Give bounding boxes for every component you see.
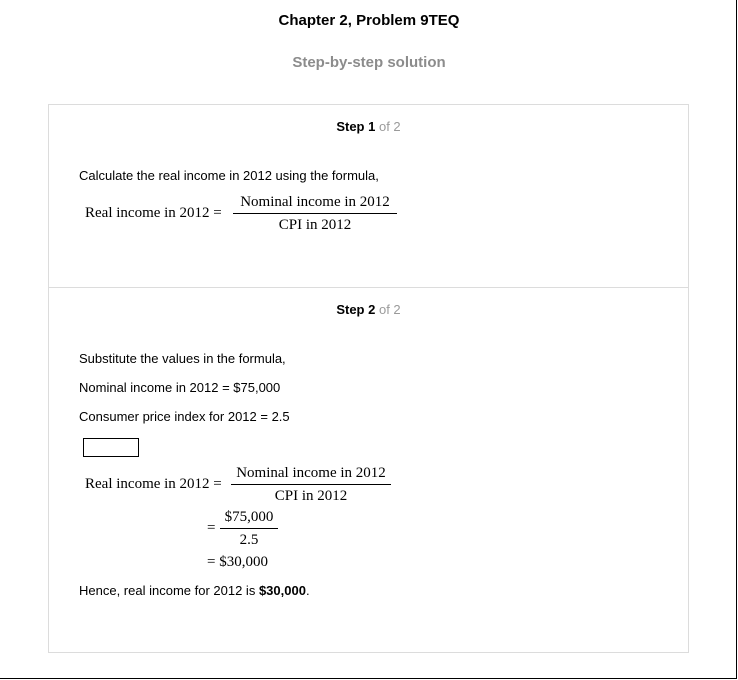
step-2-label: Step 2 xyxy=(336,302,376,317)
conclusion-suffix: . xyxy=(305,583,310,598)
step-2-formula-lhs: Real income in 2012 = xyxy=(85,476,222,492)
step-2-line-2: Nominal income in 2012 = $75,000 xyxy=(79,380,281,395)
step-2-sub-numerator: $75,000 xyxy=(224,509,274,525)
step-2-result: = $30,000 xyxy=(207,554,268,570)
step-1-denominator: CPI in 2012 xyxy=(278,217,352,233)
step-2-line-1: Substitute the values in the formula, xyxy=(79,351,286,366)
step-2-of-total: of 2 xyxy=(378,302,401,317)
step-2-header: Step 2 of 2 xyxy=(49,302,688,317)
step-1-header: Step 1 of 2 xyxy=(49,119,688,134)
conclusion-prefix: Hence, real income for 2012 is xyxy=(79,583,259,598)
step-2-line-3: Consumer price index for 2012 = 2.5 xyxy=(79,409,290,424)
page-subtitle: Step-by-step solution xyxy=(292,54,446,71)
step-2-sub-fraction: $75,000 2.5 xyxy=(220,509,278,549)
step-2-numerator: Nominal income in 2012 xyxy=(236,465,386,481)
step-1-fraction: Nominal income in 2012 CPI in 2012 xyxy=(233,194,397,234)
step-1-numerator: Nominal income in 2012 xyxy=(240,194,390,210)
page-title: Chapter 2, Problem 9TEQ xyxy=(278,12,460,29)
step-1-section: Step 1 of 2 Calculate the real income in… xyxy=(49,105,688,288)
step-1-intro: Calculate the real income in 2012 using … xyxy=(79,168,379,183)
step-1-of-total: of 2 xyxy=(378,119,401,134)
empty-answer-box xyxy=(83,438,139,457)
step-1-label: Step 1 xyxy=(336,119,376,134)
step-2-sub-denominator: 2.5 xyxy=(239,532,259,548)
step-2-conclusion: Hence, real income for 2012 is $30,000. xyxy=(79,583,310,598)
step-2-denominator: CPI in 2012 xyxy=(274,488,348,504)
conclusion-value: $30,000 xyxy=(258,583,306,598)
step-1-formula-lhs: Real income in 2012 = xyxy=(85,205,222,221)
solution-card: Step 1 of 2 Calculate the real income in… xyxy=(48,104,689,653)
step-2-fraction: Nominal income in 2012 CPI in 2012 xyxy=(231,465,391,505)
step-2-eq-sign: = xyxy=(207,520,216,536)
step-2-section: Step 2 of 2 Substitute the values in the… xyxy=(49,288,688,652)
